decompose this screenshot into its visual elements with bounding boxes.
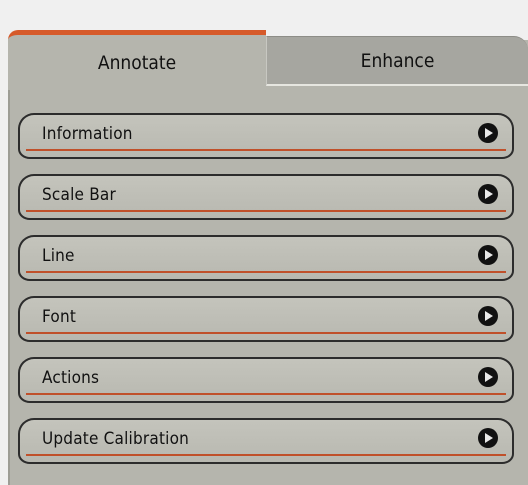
section-label: Actions [42,368,100,388]
section-information-button[interactable]: Information [18,113,514,159]
accordion-list: Information Scale Bar Line Font Actions … [18,113,514,479]
play-arrow-icon [478,428,498,448]
tab-enhance-label: Enhance [360,49,435,72]
section-label: Scale Bar [42,185,116,205]
section-font-button[interactable]: Font [18,296,514,342]
section-line-button[interactable]: Line [18,235,514,281]
play-arrow-icon [478,306,498,326]
section-label: Information [42,124,133,144]
section-label: Font [42,307,77,327]
tab-annotate-label: Annotate [97,51,177,74]
section-actions-button[interactable]: Actions [18,357,514,403]
play-arrow-icon [478,245,498,265]
section-label: Line [42,246,75,266]
play-arrow-icon [478,367,498,387]
tab-enhance[interactable]: Enhance [266,36,528,86]
section-update-calibration-button[interactable]: Update Calibration [18,418,514,464]
section-scale-bar-button[interactable]: Scale Bar [18,174,514,220]
play-arrow-icon [478,123,498,143]
play-arrow-icon [478,184,498,204]
section-label: Update Calibration [42,429,190,449]
tab-annotate[interactable]: Annotate [8,30,266,90]
